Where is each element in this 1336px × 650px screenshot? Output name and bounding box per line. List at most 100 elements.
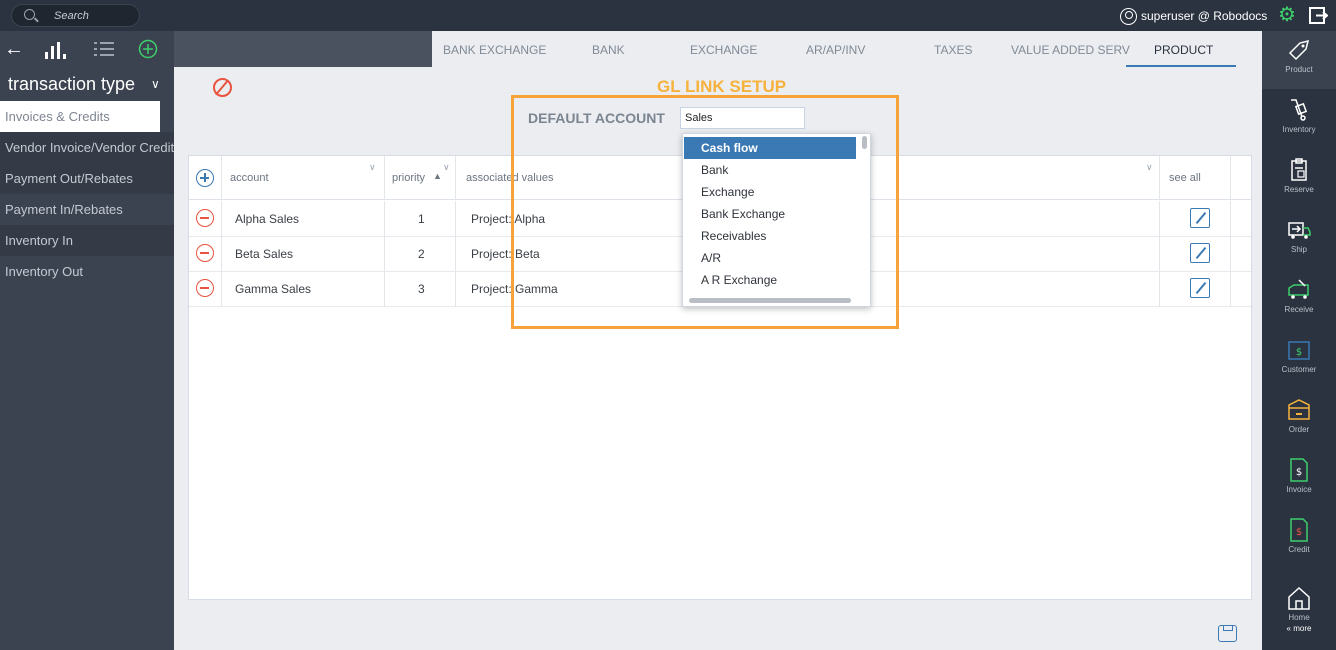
edit-icon[interactable] [1190, 208, 1210, 228]
priority-cell: 2 [418, 247, 425, 261]
tab-bank-exchange[interactable]: BANK EXCHANGE [443, 43, 546, 57]
tab-taxes[interactable]: TAXES [934, 43, 972, 57]
add-circle-icon[interactable] [138, 39, 158, 63]
nav-label: Ship [1290, 245, 1307, 254]
nav-label: Product [1285, 65, 1313, 74]
nav-product[interactable]: Product [1262, 31, 1336, 89]
column-divider [221, 156, 222, 200]
edit-icon[interactable] [1190, 243, 1210, 263]
column-divider [384, 156, 385, 200]
bar-chart-icon[interactable] [44, 40, 66, 64]
back-arrow-icon[interactable]: ← [4, 37, 24, 61]
priority-cell: 3 [418, 282, 425, 296]
tab-ar-ap-inv[interactable]: AR/AP/INV [806, 43, 865, 57]
column-divider [384, 236, 385, 271]
user-menu[interactable]: superuser @ Robodocs [1120, 7, 1267, 25]
column-divider [1159, 236, 1160, 271]
dropdown-option[interactable]: Cash flow [684, 137, 856, 159]
svg-text:$: $ [1296, 467, 1302, 478]
column-divider [455, 201, 456, 236]
remove-row-icon[interactable] [196, 209, 214, 227]
transaction-item[interactable]: Invoices & Credits [0, 101, 160, 132]
remove-row-icon[interactable] [196, 244, 214, 262]
nav-credit[interactable]: $ Credit [1262, 511, 1336, 569]
credit-icon: $ [1290, 518, 1308, 542]
tab-value-added-serv[interactable]: VALUE ADDED SERV [1011, 43, 1130, 57]
default-account-input[interactable] [680, 107, 805, 129]
chevron-down-icon: ∨ [151, 77, 160, 91]
chevron-down-icon[interactable]: ∨ [443, 162, 450, 173]
column-divider [1159, 271, 1160, 306]
add-row-icon[interactable] [196, 169, 214, 187]
column-divider [384, 271, 385, 306]
vertical-scrollbar[interactable] [862, 136, 867, 149]
search-box[interactable] [11, 4, 140, 27]
transaction-item[interactable]: Inventory Out [0, 256, 174, 287]
column-header-account[interactable]: account [230, 172, 269, 184]
svg-text:$: $ [1296, 347, 1302, 358]
nav-ship[interactable]: Ship [1262, 211, 1336, 269]
nav-inventory[interactable]: Inventory [1262, 91, 1336, 149]
tab-exchange[interactable]: EXCHANGE [690, 43, 757, 57]
dropdown-option[interactable]: A R Exchange [684, 269, 856, 291]
page-title: GL LINK SETUP [657, 77, 787, 96]
account-dropdown[interactable]: Cash flow Bank Exchange Bank Exchange Re… [682, 133, 871, 307]
nav-label: Invoice [1286, 485, 1312, 494]
search-icon [24, 9, 35, 20]
disable-icon[interactable] [213, 78, 232, 97]
ship-truck-icon [1288, 222, 1311, 239]
transaction-item[interactable]: Vendor Invoice/Vendor Credit [0, 132, 174, 163]
nav-label: Credit [1288, 545, 1310, 554]
remove-row-icon[interactable] [196, 279, 214, 297]
transaction-item[interactable]: Payment Out/Rebates [0, 163, 174, 194]
transaction-type-label: transaction type [8, 74, 136, 94]
tab-strip-spacer [174, 31, 432, 67]
see-all-link[interactable]: see all [1169, 172, 1201, 184]
more-link[interactable]: « more [1262, 624, 1336, 633]
tab-product[interactable]: PRODUCT [1154, 43, 1213, 57]
top-bar: superuser @ Robodocs ⚙ [0, 0, 1336, 31]
nav-label: Order [1288, 425, 1310, 434]
tab-strip: BANK EXCHANGE BANK EXCHANGE AR/AP/INV TA… [174, 31, 1262, 67]
edit-icon[interactable] [1190, 278, 1210, 298]
nav-receive[interactable]: Receive [1262, 271, 1336, 329]
nav-reserve[interactable]: Reserve [1262, 151, 1336, 209]
receive-truck-icon [1288, 279, 1309, 299]
right-sidebar: Product Inventory Reserve Ship Receive $… [1262, 31, 1336, 650]
nav-order[interactable]: Order [1262, 391, 1336, 449]
chevron-down-icon[interactable]: ∨ [369, 162, 376, 173]
nav-label: Customer [1281, 365, 1317, 374]
gear-icon[interactable]: ⚙ [1276, 4, 1298, 26]
dropdown-option[interactable]: Receivables [684, 225, 856, 247]
save-icon[interactable] [1218, 625, 1237, 642]
column-header-priority[interactable]: priority [392, 172, 425, 184]
invoice-icon: $ [1290, 458, 1308, 482]
nav-label: Receive [1284, 305, 1314, 314]
account-cell: Alpha Sales [235, 212, 300, 226]
tag-icon [1288, 39, 1310, 61]
column-divider [1230, 271, 1231, 306]
dropdown-option[interactable]: A/R [684, 247, 856, 269]
user-label: superuser @ Robodocs [1141, 9, 1268, 23]
transaction-item[interactable]: Inventory In [0, 225, 174, 256]
sort-asc-icon[interactable]: ▲ [433, 171, 442, 181]
chevron-down-icon[interactable]: ∨ [1146, 162, 1153, 173]
horizontal-scrollbar[interactable] [689, 298, 851, 303]
left-sidebar: ← transaction type ∨ Invoices & Credits … [0, 31, 174, 650]
account-cell: Beta Sales [235, 247, 294, 261]
column-divider [384, 201, 385, 236]
dropdown-option[interactable]: Bank Exchange [684, 203, 856, 225]
nav-customer[interactable]: $ Customer [1262, 331, 1336, 389]
nav-home[interactable]: Home « more [1262, 579, 1336, 637]
tab-bank[interactable]: BANK [592, 43, 625, 57]
dropdown-option[interactable]: Exchange [684, 181, 856, 203]
transaction-item[interactable]: Payment In/Rebates [0, 194, 174, 225]
dropdown-option[interactable]: Bank [684, 159, 856, 181]
clipboard-icon [1291, 158, 1307, 181]
search-input[interactable] [54, 8, 134, 23]
logout-icon[interactable] [1308, 6, 1328, 25]
nav-invoice[interactable]: $ Invoice [1262, 451, 1336, 509]
column-divider [221, 201, 222, 236]
list-icon[interactable] [94, 41, 116, 65]
transaction-type-selector[interactable]: transaction type ∨ [0, 67, 174, 101]
